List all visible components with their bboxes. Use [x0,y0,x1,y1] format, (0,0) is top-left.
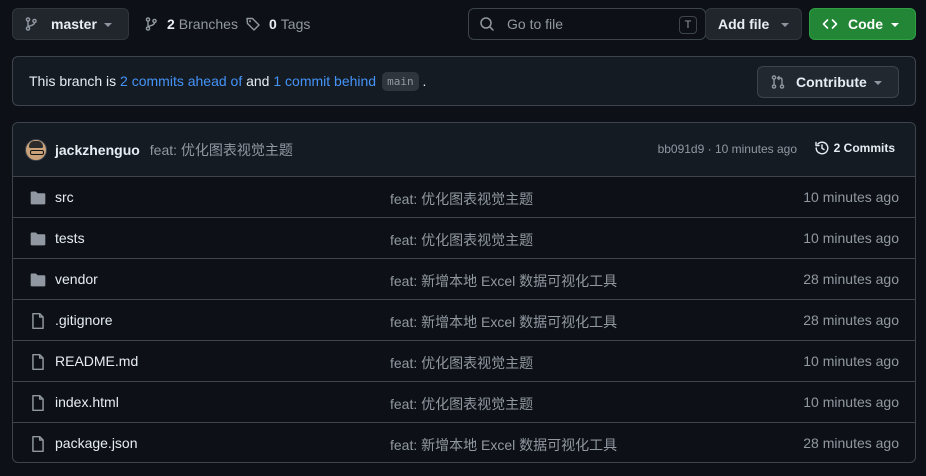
banner-suffix: . [418,73,427,89]
search-icon [479,16,495,32]
branch-status-banner: This branch is 2 commits ahead of and 1 … [12,56,916,106]
history-icon [814,140,830,156]
latest-commit-meta[interactable]: bb091d9 · 10 minutes ago [658,142,797,156]
file-commit-time: 10 minutes ago [803,230,899,246]
contribute-label: Contribute [796,74,867,90]
chevron-down-icon [891,23,899,27]
code-label: Code [848,16,883,32]
file-list: src feat: 优化图表视觉主题 10 minutes ago tests … [13,177,915,462]
contribute-button[interactable]: Contribute [757,66,899,98]
folder-icon [29,271,47,289]
file-commit-message-link[interactable]: feat: 新增本地 Excel 数据可视化工具 [390,435,617,455]
file-name-link[interactable]: index.html [55,394,119,410]
file-row[interactable]: tests feat: 优化图表视觉主题 10 minutes ago [13,218,915,259]
commits-behind-link[interactable]: 1 commit behind [273,73,376,89]
file-icon [29,353,47,371]
file-name-link[interactable]: README.md [55,353,138,369]
file-row[interactable]: src feat: 优化图表视觉主题 10 minutes ago [13,177,915,218]
add-file-label: Add file [718,16,770,32]
file-icon [29,394,47,412]
file-commit-time: 10 minutes ago [803,189,899,205]
go-to-file-placeholder: Go to file [507,16,564,32]
file-name-link[interactable]: .gitignore [55,312,113,328]
chevron-down-icon [874,81,882,85]
file-commit-time: 28 minutes ago [803,271,899,287]
commits-count-label: 2 Commits [833,141,895,155]
commits-history-link[interactable]: 2 Commits [814,140,895,156]
file-commit-message-link[interactable]: feat: 新增本地 Excel 数据可视化工具 [390,271,617,291]
file-commit-time: 28 minutes ago [803,435,899,451]
banner-middle: and [242,73,274,89]
latest-commit-message[interactable]: feat: 优化图表视觉主题 [150,140,293,160]
file-row[interactable]: package.json feat: 新增本地 Excel 数据可视化工具 28… [13,423,915,462]
latest-commit-bar: jackzhenguo feat: 优化图表视觉主题 bb091d9 · 10 … [13,123,915,177]
commit-author-link[interactable]: jackzhenguo [55,142,140,158]
avatar[interactable] [25,138,47,161]
file-row[interactable]: .gitignore feat: 新增本地 Excel 数据可视化工具 28 m… [13,300,915,341]
tag-icon [245,16,261,32]
file-name-link[interactable]: src [55,189,74,205]
git-branch-icon [23,16,39,32]
go-to-file-input[interactable]: Go to file T [468,8,706,40]
file-commit-message-link[interactable]: feat: 优化图表视觉主题 [390,394,533,414]
file-commit-time: 10 minutes ago [803,353,899,369]
folder-icon [29,230,47,248]
file-icon [29,312,47,330]
git-branch-icon [143,16,159,32]
folder-icon [29,189,47,207]
tags-label: Tags [280,16,311,32]
branches-link[interactable]: 2 Branches [143,8,238,40]
branch-select-button[interactable]: master [12,8,129,40]
file-name-link[interactable]: tests [55,230,85,246]
file-commit-time: 28 minutes ago [803,312,899,328]
file-name-link[interactable]: vendor [55,271,98,287]
file-commit-message-link[interactable]: feat: 优化图表视觉主题 [390,230,533,250]
add-file-button[interactable]: Add file [705,8,802,40]
file-commit-message-link[interactable]: feat: 优化图表视觉主题 [390,353,533,373]
tags-count: 0 [269,16,277,32]
commits-ahead-link[interactable]: 2 commits ahead of [120,73,242,89]
file-name-link[interactable]: package.json [55,435,138,451]
file-icon [29,435,47,453]
keyboard-shortcut-hint: T [679,16,697,34]
pull-request-icon [770,74,786,90]
banner-prefix: This branch is [29,73,121,89]
chevron-down-icon [104,23,112,27]
code-icon [822,16,838,32]
file-row[interactable]: vendor feat: 新增本地 Excel 数据可视化工具 28 minut… [13,259,915,300]
file-commit-message-link[interactable]: feat: 新增本地 Excel 数据可视化工具 [390,312,617,332]
base-branch-code: main [382,71,419,91]
file-commit-time: 10 minutes ago [803,394,899,410]
file-row[interactable]: README.md feat: 优化图表视觉主题 10 minutes ago [13,341,915,382]
branches-count: 2 [167,16,175,32]
branches-label: Branches [178,16,238,32]
file-browser: jackzhenguo feat: 优化图表视觉主题 bb091d9 · 10 … [12,122,916,463]
repo-toolbar: master 2 Branches 0 Tags Go to file T Ad… [12,8,916,40]
chevron-down-icon [781,23,789,27]
file-row[interactable]: index.html feat: 优化图表视觉主题 10 minutes ago [13,382,915,423]
branch-name: master [51,16,97,32]
file-commit-message-link[interactable]: feat: 优化图表视觉主题 [390,189,533,209]
code-button[interactable]: Code [809,8,916,40]
tags-link[interactable]: 0 Tags [245,8,310,40]
